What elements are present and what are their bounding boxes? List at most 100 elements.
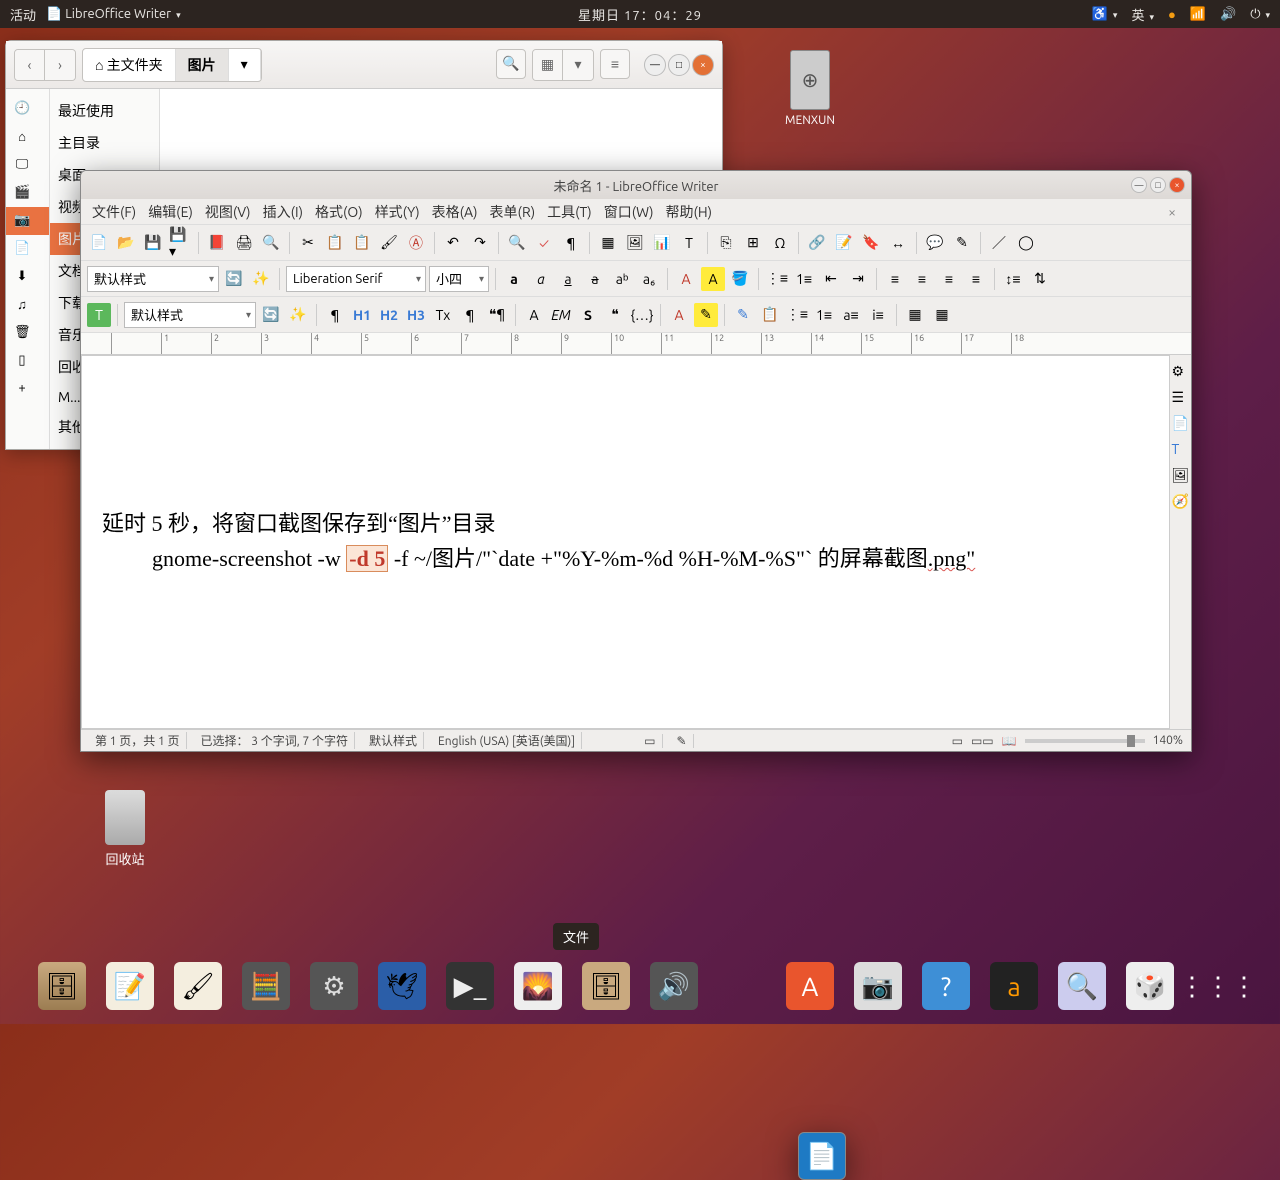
dock-terminal-icon[interactable]: ▶_ bbox=[446, 962, 494, 1010]
view-book-icon[interactable]: 📖 bbox=[1002, 734, 1017, 748]
sb-downloads-icon[interactable]: ⬇ bbox=[6, 263, 49, 291]
desktop-usb-icon[interactable]: MENXUN bbox=[780, 50, 840, 127]
tool1-icon[interactable]: ✎ bbox=[731, 303, 755, 327]
close-document-button[interactable]: × bbox=[1163, 201, 1181, 223]
volume-icon[interactable]: 🔊 bbox=[1220, 7, 1236, 22]
update-char-icon[interactable]: 🔄 bbox=[259, 303, 283, 327]
sidebar-settings-icon[interactable]: ⚙ bbox=[1172, 363, 1190, 381]
tx-button[interactable]: Tx bbox=[431, 303, 455, 327]
bullets-icon[interactable]: ⋮≡ bbox=[765, 267, 789, 291]
strike-icon[interactable]: a bbox=[583, 267, 607, 291]
subscript-icon[interactable]: a₆ bbox=[637, 267, 661, 291]
status-page[interactable]: 第 1 页，共 1 页 bbox=[89, 732, 187, 749]
dock-camera-icon[interactable]: 📷 bbox=[854, 962, 902, 1010]
writer-maximize-button[interactable]: □ bbox=[1150, 177, 1166, 193]
clock[interactable]: 星期日 17：04：29 bbox=[578, 5, 702, 24]
path-dropdown[interactable]: ▾ bbox=[229, 50, 261, 79]
italic-icon[interactable]: a bbox=[529, 267, 553, 291]
field-icon[interactable]: ⊞ bbox=[741, 231, 765, 255]
accessibility-icon[interactable]: ♿ ▾ bbox=[1092, 7, 1118, 22]
print-icon[interactable]: 🖨 bbox=[232, 231, 256, 255]
textbox-icon[interactable]: T bbox=[677, 231, 701, 255]
menu-insert[interactable]: 插入(I) bbox=[258, 199, 308, 225]
menu-table[interactable]: 表格(A) bbox=[427, 199, 483, 225]
crossref-icon[interactable]: ↔ bbox=[886, 231, 910, 255]
maximize-button[interactable]: □ bbox=[668, 54, 690, 76]
dock-writer-icon[interactable]: 📄 bbox=[798, 1132, 846, 1180]
pdf-icon[interactable]: 📕 bbox=[205, 231, 229, 255]
dock-software-icon[interactable]: A bbox=[786, 962, 834, 1010]
list3-icon[interactable]: a≡ bbox=[839, 303, 863, 327]
power-icon[interactable]: ⏻ ▾ bbox=[1250, 7, 1270, 22]
list4-icon[interactable]: i≡ bbox=[866, 303, 890, 327]
sb-music-icon[interactable]: ♫ bbox=[6, 291, 49, 319]
a-button[interactable]: A bbox=[522, 303, 546, 327]
copy-icon[interactable]: 📋 bbox=[323, 231, 347, 255]
nonprinting-icon[interactable]: ¶ bbox=[559, 231, 583, 255]
menu-window[interactable]: 窗口(W) bbox=[599, 199, 659, 225]
chart-icon[interactable]: 📊 bbox=[650, 231, 674, 255]
menu-styles[interactable]: 样式(Y) bbox=[370, 199, 425, 225]
document-content[interactable]: 延时 5 秒，将窗口截图保存到“图片”目录 gnome-screenshot -… bbox=[82, 356, 1170, 576]
sb-pictures-icon[interactable]: 📷 bbox=[6, 207, 49, 235]
sb-trash-icon[interactable]: 🗑 bbox=[6, 319, 49, 347]
table-style-icon[interactable]: ▦ bbox=[903, 303, 927, 327]
footnote-icon[interactable]: 📝 bbox=[832, 231, 856, 255]
dock-magnifier-icon[interactable]: 🔍 bbox=[1058, 962, 1106, 1010]
clear-format-icon[interactable]: Ⓐ bbox=[404, 231, 428, 255]
zoom-level[interactable]: 140% bbox=[1153, 734, 1183, 747]
dock-photos-icon[interactable]: 🌄 bbox=[514, 962, 562, 1010]
status-selection-mode[interactable]: ▭ bbox=[638, 734, 662, 748]
status-signature[interactable]: ✎ bbox=[671, 734, 694, 748]
h1-button[interactable]: H1 bbox=[350, 303, 374, 327]
saveas-icon[interactable]: 💾▾ bbox=[168, 231, 192, 255]
dock-calculator-icon[interactable]: 🧮 bbox=[242, 962, 290, 1010]
sidebar-gallery-icon[interactable]: 🖼 bbox=[1172, 467, 1190, 485]
sb-drive-icon[interactable]: ▯ bbox=[6, 347, 49, 375]
sidebar-properties-icon[interactable]: ☰ bbox=[1172, 389, 1190, 407]
highlight-icon[interactable]: A bbox=[701, 267, 725, 291]
desktop-trash-icon[interactable]: 回收站 bbox=[95, 790, 155, 868]
align-justify-icon[interactable]: ≡ bbox=[964, 267, 988, 291]
dock-texteditor-icon[interactable]: 📝 bbox=[106, 962, 154, 1010]
linespacing-icon[interactable]: ↕≡ bbox=[1001, 267, 1025, 291]
new-style-icon[interactable]: ✨ bbox=[249, 267, 273, 291]
dock-music-icon[interactable]: 🔊 bbox=[650, 962, 698, 1010]
find-icon[interactable]: 🔍 bbox=[505, 231, 529, 255]
align-center-icon[interactable]: ≡ bbox=[910, 267, 934, 291]
new-icon[interactable]: 📄 bbox=[87, 231, 111, 255]
h2-button[interactable]: H2 bbox=[377, 303, 401, 327]
font-size-combo[interactable]: 小四 bbox=[429, 266, 489, 292]
minimize-button[interactable]: — bbox=[644, 54, 666, 76]
numbering-icon[interactable]: 1≡ bbox=[792, 267, 816, 291]
sb-home[interactable]: 主目录 bbox=[50, 127, 159, 159]
para-spacing-icon[interactable]: ⇅ bbox=[1028, 267, 1052, 291]
nav-back-button[interactable]: ‹ bbox=[15, 50, 45, 80]
char-style-combo[interactable]: 默认样式 bbox=[124, 302, 256, 328]
redo-icon[interactable]: ↷ bbox=[468, 231, 492, 255]
em-button[interactable]: EM bbox=[549, 303, 573, 327]
pagebreak-icon[interactable]: ⎘ bbox=[714, 231, 738, 255]
sidebar-navigator-icon[interactable]: 🧭 bbox=[1172, 493, 1190, 511]
undo-icon[interactable]: ↶ bbox=[441, 231, 465, 255]
hamburger-button[interactable]: ≡ bbox=[600, 49, 630, 79]
activities-button[interactable]: 活动 bbox=[10, 5, 36, 24]
dock-help-icon[interactable]: ? bbox=[922, 962, 970, 1010]
tool2-icon[interactable]: 📋 bbox=[758, 303, 782, 327]
sb-desktop-icon[interactable]: 🖵 bbox=[6, 151, 49, 179]
sb-recent-icon[interactable]: 🕘 bbox=[6, 95, 49, 123]
status-language[interactable]: English (USA) [英语(美国)] bbox=[432, 732, 582, 749]
align-right-icon[interactable]: ≡ bbox=[937, 267, 961, 291]
network-icon[interactable]: 📶 bbox=[1190, 7, 1206, 22]
char-bg-icon[interactable]: 🪣 bbox=[728, 267, 752, 291]
indent-icon[interactable]: ⇥ bbox=[846, 267, 870, 291]
spellcheck-icon[interactable]: ✓ bbox=[532, 231, 556, 255]
dock-files-icon[interactable]: 🗄 bbox=[38, 962, 86, 1010]
sb-home-icon[interactable]: ⌂ bbox=[6, 123, 49, 151]
underline-icon[interactable]: a bbox=[556, 267, 580, 291]
view-multi-icon[interactable]: ▭▭ bbox=[971, 734, 994, 748]
preview-icon[interactable]: 🔍 bbox=[259, 231, 283, 255]
cut-icon[interactable]: ✂ bbox=[296, 231, 320, 255]
quote-icon[interactable]: ❝¶ bbox=[485, 303, 509, 327]
font-name-combo[interactable]: Liberation Serif bbox=[286, 266, 426, 292]
